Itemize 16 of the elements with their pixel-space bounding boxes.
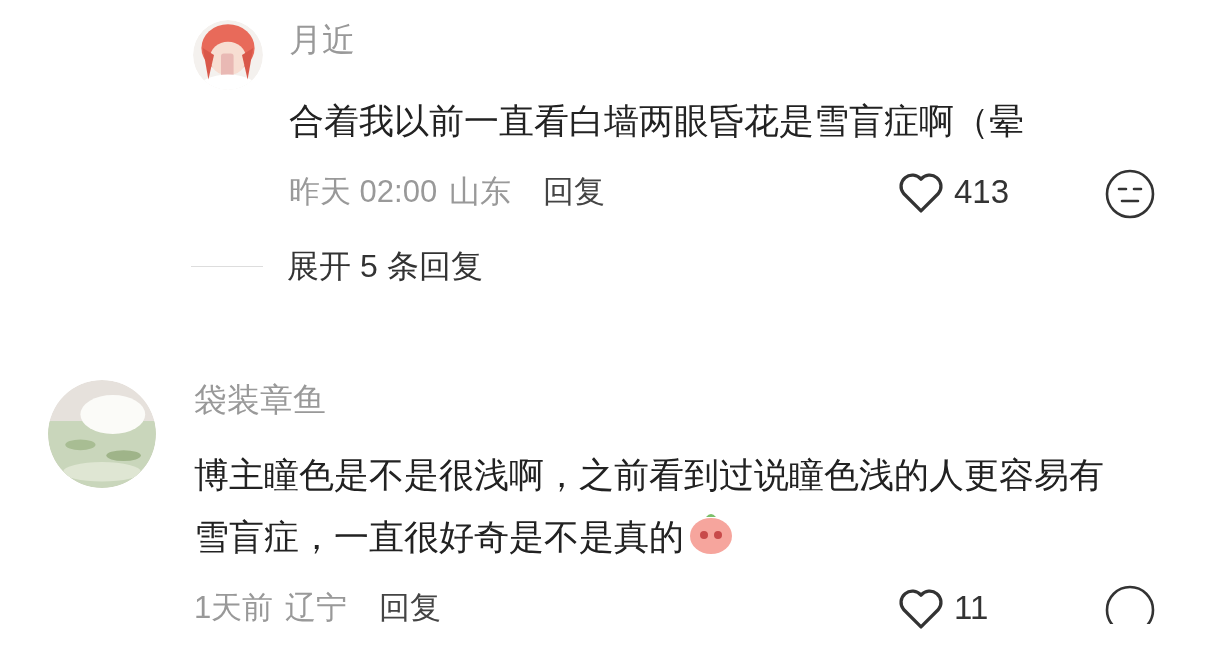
like-count: 413	[954, 172, 1011, 213]
emoji-face-icon[interactable]	[1104, 584, 1156, 624]
emoji-face-icon[interactable]	[1104, 168, 1156, 220]
comment-text: 合着我以前一直看白墙两眼昏花是雪盲症啊（晕	[289, 100, 1025, 142]
comment-time: 昨天 02:00	[289, 172, 438, 211]
comment-location: 山东	[449, 172, 512, 211]
author-name: 月近	[289, 20, 356, 60]
comment-location: 辽宁	[285, 588, 348, 627]
expand-replies-link[interactable]: 展开 5 条回复	[287, 242, 483, 290]
like-count: 11	[954, 588, 990, 629]
comment-text: 博主瞳色是不是很浅啊，之前看到过说瞳色浅的人更容易有雪盲症，一直很好奇是不是真的	[194, 454, 1105, 558]
comment-time: 1天前	[194, 588, 274, 627]
sticker-icon	[688, 511, 734, 555]
reply-button[interactable]: 回复	[543, 168, 606, 216]
author-name: 袋装章鱼	[194, 380, 327, 420]
reply-button[interactable]: 回复	[379, 584, 442, 632]
